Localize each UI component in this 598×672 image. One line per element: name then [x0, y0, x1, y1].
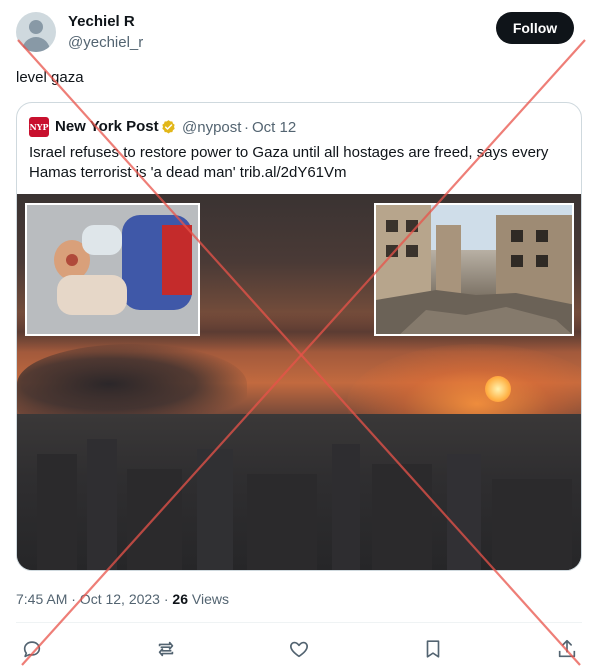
city-skyline [17, 414, 581, 570]
inset-left-scene [27, 205, 198, 334]
quoted-date[interactable]: Oct 12 [252, 119, 296, 136]
tweet-text: level gaza [16, 69, 84, 86]
reply-button[interactable] [19, 636, 45, 662]
author-display-name[interactable]: Yechiel R [68, 13, 135, 30]
quoted-text: Israel refuses to restore power to Gaza … [29, 144, 549, 181]
avatar-body-shape [22, 37, 50, 52]
inset-photo-right [374, 203, 574, 336]
tweet-timestamp[interactable]: 7:45 AM · Oct 12, 2023 · 26 Views [16, 591, 229, 607]
share-button[interactable] [554, 636, 580, 662]
avatar[interactable] [16, 12, 56, 52]
share-icon [558, 639, 576, 658]
inset-photo-left [25, 203, 200, 336]
reply-icon [23, 641, 41, 658]
smoke-plume [17, 344, 247, 424]
quoted-separator: · [244, 119, 249, 136]
divider [16, 622, 582, 623]
quoted-handle[interactable]: @nypost [182, 119, 241, 136]
author-handle[interactable]: @yechiel_r [68, 34, 143, 51]
timestamp-text[interactable]: 7:45 AM · Oct 12, 2023 · [16, 591, 172, 607]
views-label: Views [188, 591, 229, 607]
sun [485, 376, 511, 402]
like-button[interactable] [286, 636, 312, 662]
bookmark-button[interactable] [420, 636, 446, 662]
follow-button[interactable]: Follow [496, 12, 574, 44]
quoted-name[interactable]: New York Post [55, 118, 159, 135]
verified-badge-icon [162, 120, 175, 134]
bookmark-icon [426, 640, 440, 658]
quoted-avatar[interactable]: NYP [29, 117, 49, 137]
avatar-head-shape [29, 20, 43, 34]
quoted-tweet[interactable]: NYP New York Post @nypost · Oct 12 Israe… [16, 102, 582, 571]
heart-icon [290, 641, 308, 658]
quoted-media-image[interactable] [17, 194, 581, 570]
retweet-icon [158, 641, 174, 657]
inset-right-scene [376, 205, 572, 334]
retweet-button[interactable] [153, 636, 179, 662]
views-count: 26 [172, 591, 188, 607]
tweet: Yechiel R @yechiel_r Follow level gaza N… [0, 0, 598, 672]
